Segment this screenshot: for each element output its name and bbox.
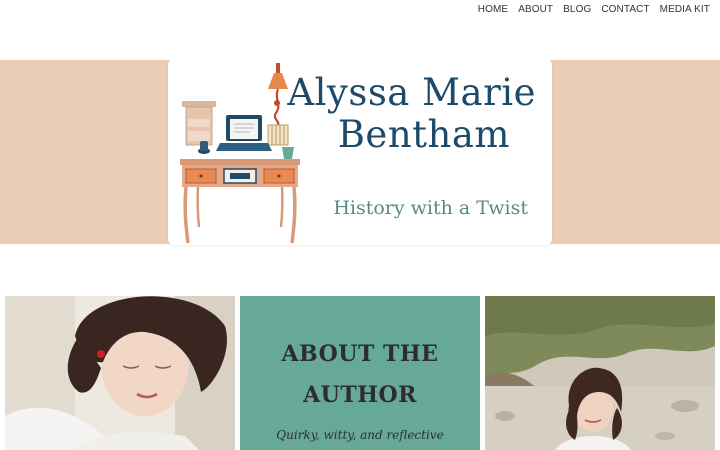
outdoor-image — [485, 296, 715, 450]
nav-home-link[interactable]: HOME — [478, 4, 508, 15]
author-name-line-2: Bentham — [337, 113, 510, 156]
about-text: Quirky, witty, and reflective — [276, 428, 444, 442]
nav-about-link[interactable]: ABOUT — [518, 4, 553, 15]
site-logo[interactable]: Alyssa Marie Bentham History with a Twis… — [168, 59, 552, 245]
author-name-line-1: Alyssa Marie — [287, 71, 536, 114]
nav-contact-link[interactable]: CONTACT — [601, 4, 649, 15]
about-the-author-card[interactable]: ABOUT THE AUTHOR Quirky, witty, and refl… — [240, 296, 480, 450]
about-title: ABOUT THE AUTHOR — [281, 341, 439, 408]
site-tagline: History with a Twist — [333, 197, 528, 219]
author-portrait-photo[interactable] — [5, 296, 235, 450]
nav-blog-link[interactable]: BLOG — [563, 4, 591, 15]
top-navigation: HOME ABOUT BLOG CONTACT MEDIA KIT — [478, 4, 710, 15]
nav-media-kit-link[interactable]: MEDIA KIT — [660, 4, 710, 15]
portrait-image — [5, 296, 235, 450]
author-outdoor-photo[interactable] — [485, 296, 715, 450]
